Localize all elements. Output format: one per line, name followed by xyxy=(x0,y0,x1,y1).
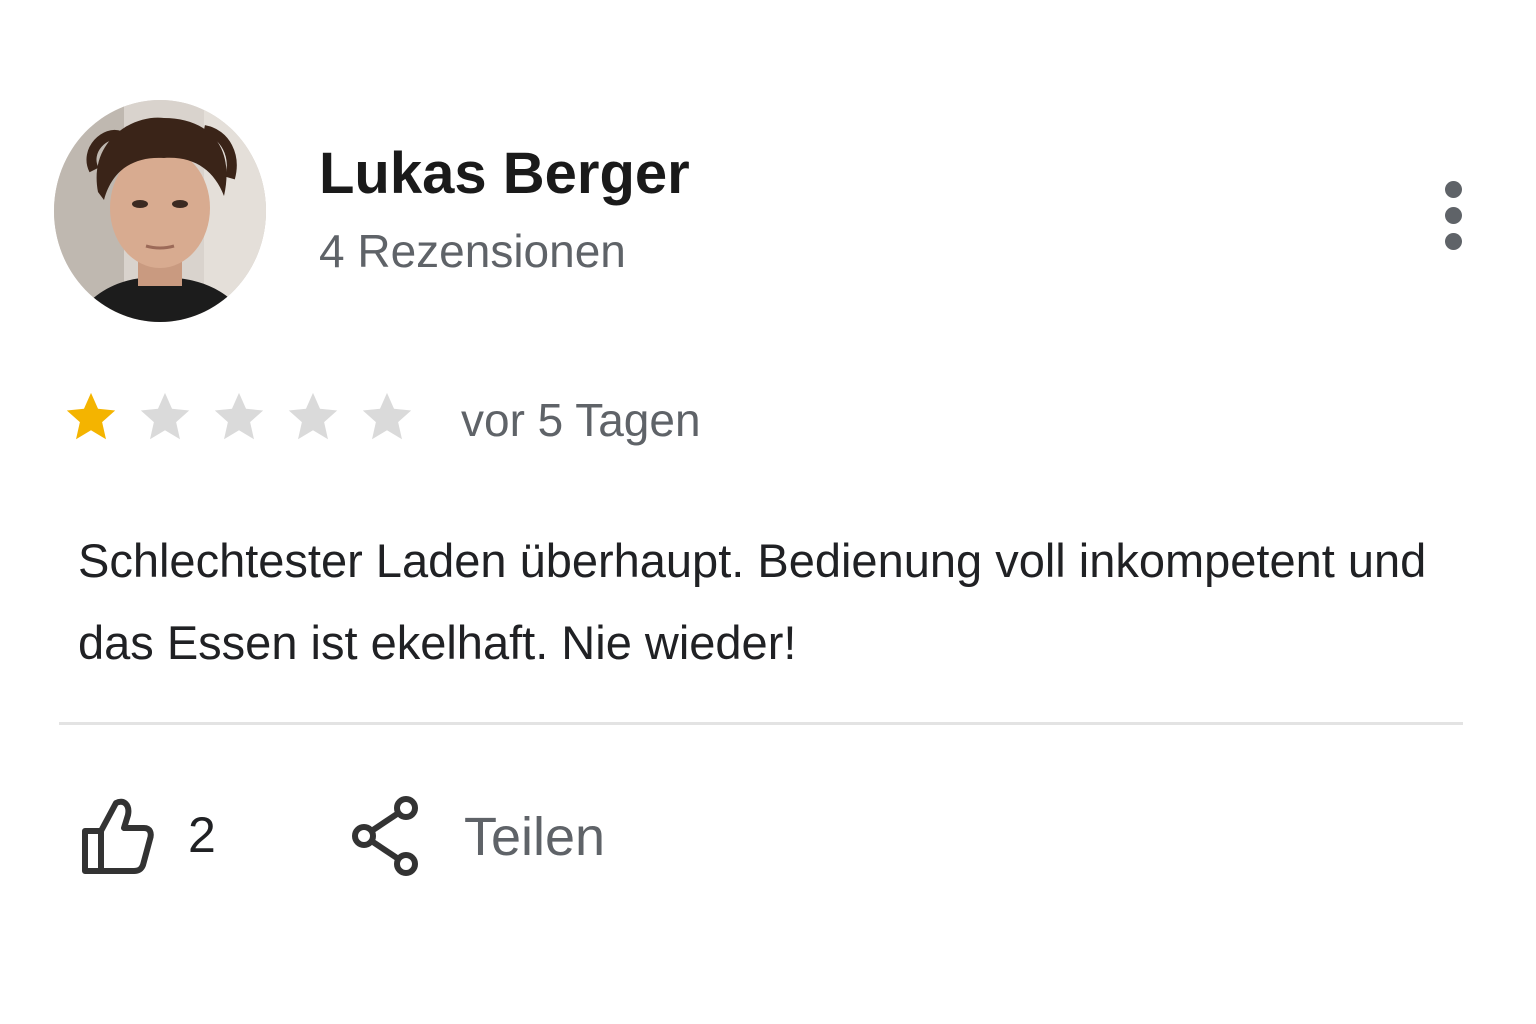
more-vert-icon-dot-middle xyxy=(1445,207,1462,224)
like-count: 2 xyxy=(188,807,216,863)
share-label: Teilen xyxy=(464,807,606,867)
star-rating xyxy=(62,386,416,450)
divider xyxy=(59,722,1463,725)
share-icon xyxy=(350,794,420,880)
thumb-up-icon xyxy=(80,795,154,875)
star-icon xyxy=(62,386,120,448)
star-icon xyxy=(284,386,342,448)
more-options-button[interactable] xyxy=(1428,172,1480,256)
more-vert-icon xyxy=(1445,181,1462,198)
review-card: Lukas Berger 4 Rezensionen vor 5 Tagen S… xyxy=(0,0,1536,1024)
review-text: Schlechtester Laden überhaupt. Bedienung… xyxy=(78,534,1427,669)
avatar-image xyxy=(54,100,266,322)
author-name[interactable]: Lukas Berger xyxy=(319,140,690,207)
star-icon xyxy=(210,386,268,448)
star-icon xyxy=(136,386,194,448)
review-date: vor 5 Tagen xyxy=(461,394,701,446)
more-vert-icon-dot-bottom xyxy=(1445,233,1462,250)
author-review-count: 4 Rezensionen xyxy=(319,225,626,277)
star-icon xyxy=(358,386,416,448)
like-button[interactable]: 2 xyxy=(80,792,216,878)
share-button[interactable]: Teilen xyxy=(350,792,605,882)
avatar[interactable] xyxy=(54,100,266,322)
